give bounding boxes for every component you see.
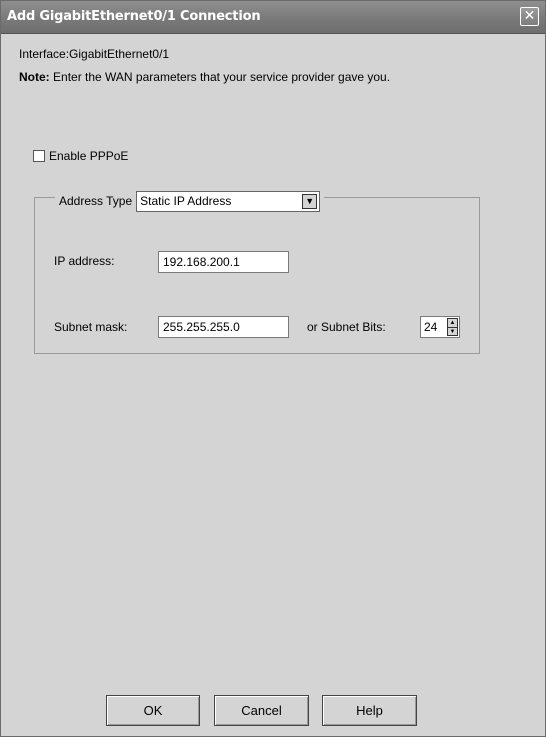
address-type-select[interactable]: Static IP Address ▼ (136, 190, 321, 212)
address-type-row: Address Type Static IP Address ▼ (55, 189, 325, 213)
close-button[interactable]: ✕ (520, 7, 539, 26)
enable-pppoe-option[interactable]: Enable PPPoE (33, 149, 128, 163)
triangle-up-icon[interactable]: ▲ (448, 319, 457, 328)
address-type-value: Static IP Address (140, 194, 232, 208)
note-prefix: Note: (19, 70, 50, 84)
window-title: Add GigabitEthernet0/1 Connection (7, 9, 261, 24)
ok-button[interactable]: OK (106, 695, 200, 726)
note-text: Note: Enter the WAN parameters that your… (19, 70, 390, 84)
note-body: Enter the WAN parameters that your servi… (53, 70, 391, 84)
enable-pppoe-label: Enable PPPoE (49, 149, 129, 163)
subnet-bits-spinner[interactable]: 24 ▲ ▼ (420, 316, 460, 338)
ip-address-input[interactable]: 192.168.200.1 (158, 251, 289, 273)
title-bar[interactable]: Add GigabitEthernet0/1 Connection ✕ (1, 1, 545, 34)
interface-label: Interface:GigabitEthernet0/1 (19, 47, 170, 61)
subnet-bits-value: 24 (424, 320, 438, 334)
cancel-button[interactable]: Cancel (214, 695, 309, 726)
chevron-down-icon[interactable]: ▼ (302, 193, 318, 209)
subnet-mask-label: Subnet mask: (54, 320, 128, 334)
help-button[interactable]: Help (322, 695, 417, 726)
ip-address-label: IP address: (54, 254, 115, 268)
close-icon: ✕ (523, 8, 536, 24)
triangle-down-icon[interactable]: ▼ (448, 328, 457, 336)
enable-pppoe-checkbox[interactable] (33, 150, 45, 162)
spinner-buttons: ▲ ▼ (447, 318, 458, 336)
dialog-window: Add GigabitEthernet0/1 Connection ✕ Inte… (0, 0, 546, 737)
subnet-mask-input[interactable]: 255.255.255.0 (158, 316, 289, 338)
address-type-label: Address Type (59, 194, 133, 208)
subnet-bits-label: or Subnet Bits: (307, 320, 386, 334)
